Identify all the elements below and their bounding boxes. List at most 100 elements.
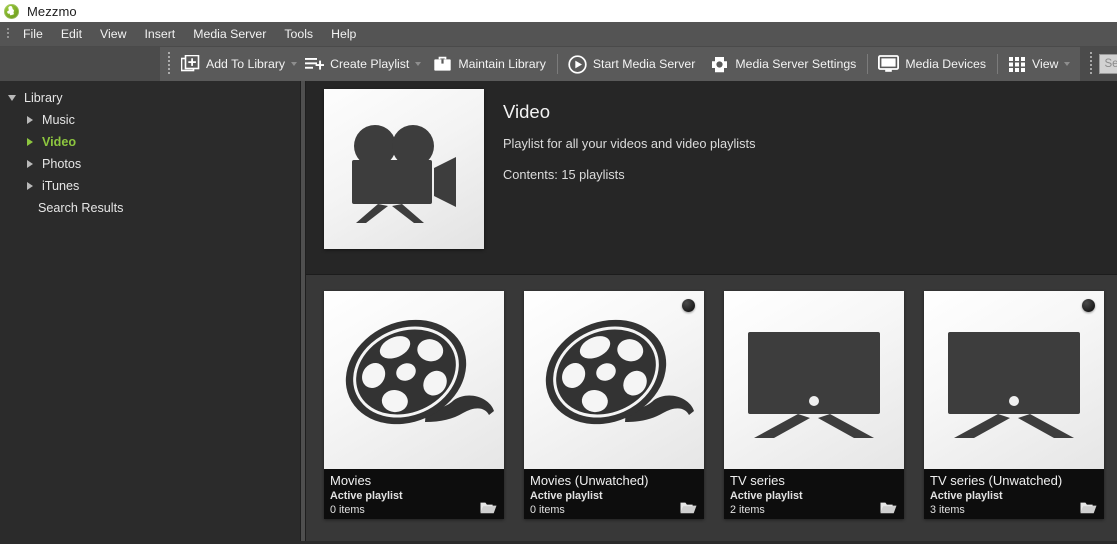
view-button[interactable]: View: [1004, 50, 1063, 78]
media-devices-label: Media Devices: [905, 57, 986, 71]
chevron-right-icon[interactable]: [26, 138, 35, 147]
sidebar-item-label: iTunes: [42, 179, 79, 193]
add-to-library-label: Add To Library: [206, 57, 285, 71]
toolbar-drag-grip-icon[interactable]: [165, 51, 174, 77]
menu-item-file[interactable]: File: [14, 24, 52, 44]
grid-view-icon: [1008, 55, 1026, 73]
toolbar-main-group: Add To Library Create Playlist Maintain …: [160, 47, 1080, 81]
sidebar-item-label: Music: [42, 113, 75, 127]
play-circle-icon: [568, 55, 587, 74]
detail-contents-count: Contents: 15 playlists: [503, 166, 756, 184]
sidebar-item-label: Video: [42, 135, 76, 149]
tile-title: TV series (Unwatched): [930, 472, 1098, 489]
detail-thumbnail[interactable]: [324, 89, 484, 249]
menu-drag-grip-icon[interactable]: [3, 26, 12, 42]
tile-count: 3 items: [930, 503, 1098, 517]
detail-header-panel: Video Playlist for all your videos and v…: [306, 81, 1117, 275]
menu-item-tools[interactable]: Tools: [275, 24, 322, 44]
sidebar-item-photos[interactable]: Photos: [0, 153, 300, 175]
unwatched-badge-icon: [682, 299, 695, 312]
create-playlist-caret-icon[interactable]: [415, 62, 421, 66]
television-icon: [940, 320, 1088, 440]
folder-icon[interactable]: [1080, 501, 1097, 514]
tile-subtitle: Active playlist: [330, 489, 498, 503]
folder-icon[interactable]: [480, 501, 497, 514]
sidebar-item-library[interactable]: Library: [0, 87, 300, 109]
sidebar-tree: Library Music Video Photos iTunes Search…: [0, 81, 300, 541]
chevron-right-icon[interactable]: [26, 116, 35, 125]
tile-count: 0 items: [530, 503, 698, 517]
chevron-right-icon[interactable]: [26, 160, 35, 169]
film-reel-icon: [334, 314, 494, 446]
tile-artwork: [924, 291, 1104, 469]
playlist-tile[interactable]: TV series Active playlist 2 items: [724, 291, 904, 519]
add-to-library-caret-icon[interactable]: [291, 62, 297, 66]
sidebar-item-video[interactable]: Video: [0, 131, 300, 153]
search-drag-grip-icon[interactable]: [1087, 51, 1096, 77]
sidebar-item-label: Search Results: [38, 201, 123, 215]
maintain-library-label: Maintain Library: [458, 57, 545, 71]
page-title: Video: [503, 101, 756, 123]
menu-item-help[interactable]: Help: [322, 24, 365, 44]
tile-artwork: [524, 291, 704, 469]
window-title: Mezzmo: [27, 4, 77, 19]
movie-camera-icon: [344, 113, 464, 225]
playlist-tile[interactable]: Movies (Unwatched) Active playlist 0 ite…: [524, 291, 704, 519]
tile-subtitle: Active playlist: [530, 489, 698, 503]
sidebar-item-itunes[interactable]: iTunes: [0, 175, 300, 197]
menu-item-view[interactable]: View: [91, 24, 135, 44]
unwatched-badge-icon: [1082, 299, 1095, 312]
tile-footer: TV series Active playlist 2 items: [724, 469, 904, 519]
menu-item-insert[interactable]: Insert: [135, 24, 184, 44]
tile-footer: Movies (Unwatched) Active playlist 0 ite…: [524, 469, 704, 519]
start-media-server-label: Start Media Server: [593, 57, 696, 71]
mezzmo-logo-icon: [4, 4, 19, 19]
tile-subtitle: Active playlist: [930, 489, 1098, 503]
chevron-down-icon[interactable]: [8, 94, 17, 103]
playlist-tile[interactable]: TV series (Unwatched) Active playlist 3 …: [924, 291, 1104, 519]
film-reel-icon: [534, 314, 694, 446]
start-media-server-button[interactable]: Start Media Server: [564, 50, 701, 78]
sidebar-item-label: Library: [24, 91, 63, 105]
playlist-tile-grid: Movies Active playlist 0 items: [306, 275, 1117, 541]
toolbar: Add To Library Create Playlist Maintain …: [0, 47, 1117, 81]
sidebar-item-music[interactable]: Music: [0, 109, 300, 131]
folder-icon[interactable]: [880, 501, 897, 514]
media-devices-button[interactable]: Media Devices: [874, 50, 991, 78]
tile-footer: TV series (Unwatched) Active playlist 3 …: [924, 469, 1104, 519]
detail-text-block: Video Playlist for all your videos and v…: [484, 89, 756, 184]
toolbar-separator-3: [997, 54, 998, 74]
chevron-right-icon[interactable]: [26, 182, 35, 191]
main-body: Library Music Video Photos iTunes Search…: [0, 81, 1117, 541]
folder-icon[interactable]: [680, 501, 697, 514]
media-server-settings-button[interactable]: Media Server Settings: [706, 50, 861, 78]
search-input[interactable]: [1099, 54, 1117, 74]
tile-artwork: [324, 291, 504, 469]
menu-item-edit[interactable]: Edit: [52, 24, 91, 44]
playlist-tile[interactable]: Movies Active playlist 0 items: [324, 291, 504, 519]
monitor-icon: [878, 55, 899, 73]
sidebar-item-search-results[interactable]: Search Results: [0, 197, 300, 219]
view-caret-icon[interactable]: [1064, 62, 1070, 66]
menu-bar: File Edit View Insert Media Server Tools…: [0, 22, 1117, 47]
toolbar-separator-2: [867, 54, 868, 74]
menu-item-media-server[interactable]: Media Server: [184, 24, 275, 44]
tile-title: TV series: [730, 472, 898, 489]
create-playlist-button[interactable]: Create Playlist: [301, 50, 414, 78]
tile-title: Movies: [330, 472, 498, 489]
tile-count: 0 items: [330, 503, 498, 517]
television-icon: [740, 320, 888, 440]
media-server-settings-label: Media Server Settings: [735, 57, 856, 71]
tile-subtitle: Active playlist: [730, 489, 898, 503]
maintain-library-button[interactable]: Maintain Library: [429, 50, 550, 78]
add-to-library-button[interactable]: Add To Library: [177, 50, 290, 78]
content-area: Video Playlist for all your videos and v…: [306, 81, 1117, 541]
create-playlist-icon: [305, 56, 324, 72]
detail-description: Playlist for all your videos and video p…: [503, 135, 756, 153]
toolbar-separator-1: [557, 54, 558, 74]
toolbar-search-group: [1080, 47, 1117, 81]
view-label: View: [1032, 57, 1058, 71]
tile-title: Movies (Unwatched): [530, 472, 698, 489]
tile-artwork: [724, 291, 904, 469]
tile-count: 2 items: [730, 503, 898, 517]
